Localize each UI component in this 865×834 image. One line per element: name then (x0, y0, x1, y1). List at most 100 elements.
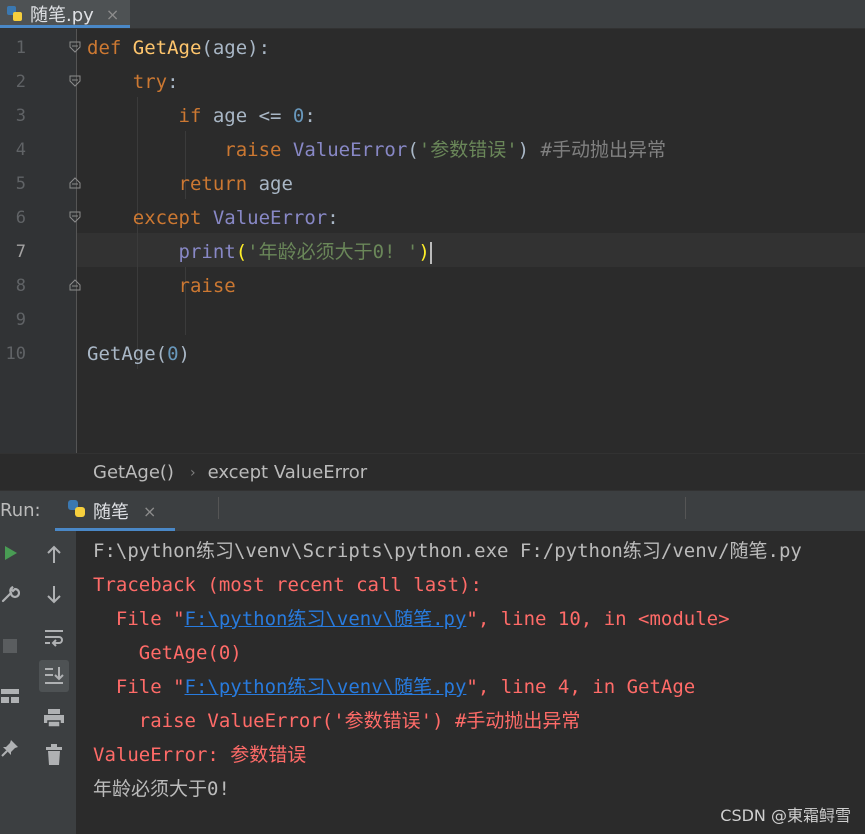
console-text: ", line 10, in <module> (466, 608, 730, 630)
header-divider (218, 497, 219, 519)
code-token: ( (407, 139, 419, 161)
code-token: age <= (212, 105, 293, 127)
file-link[interactable]: F:\python练习\venv\随笔.py (185, 676, 467, 698)
layout-icon[interactable] (0, 682, 24, 710)
code-token: raise (178, 275, 236, 297)
fold-open-icon[interactable] (69, 211, 81, 223)
line-number: 2 (15, 72, 26, 92)
code-line[interactable]: raise ValueError('参数错误') #手动抛出异常 (87, 133, 666, 167)
console-line: ValueError: 参数错误 (93, 738, 306, 772)
run-config-tab[interactable]: 随笔 × (55, 491, 175, 531)
line-number: 4 (15, 140, 26, 160)
run-tab-label: 随笔 (93, 502, 129, 523)
console-text: GetAge(0) (93, 642, 242, 664)
fold-close-icon[interactable] (69, 279, 81, 291)
code-token: '年龄必须大于0! ' (247, 241, 419, 263)
code-token: #手动抛出异常 (540, 139, 666, 161)
soft-wrap-icon[interactable] (40, 623, 68, 651)
python-file-icon (6, 5, 24, 23)
console-text: 年龄必须大于0! (93, 778, 230, 800)
line-number: 9 (15, 310, 26, 330)
breadcrumb: GetAge() › except ValueError (0, 453, 865, 491)
console-text: File " (93, 676, 185, 698)
code-token: ValueError (212, 207, 328, 229)
watermark: CSDN @東霜鲟雪 (720, 806, 851, 825)
console-text: Traceback (most recent call last): (93, 574, 482, 596)
code-token: ValueError (292, 139, 408, 161)
code-token: ) (178, 343, 190, 365)
line-number: 7 (15, 242, 26, 262)
console-text: ValueError: 参数错误 (93, 744, 307, 766)
console-text: File " (93, 608, 185, 630)
code-token: def (87, 37, 133, 59)
wrench-icon[interactable] (0, 580, 24, 608)
code-line[interactable]: if age <= 0: (87, 99, 316, 133)
code-token: 0 (167, 343, 179, 365)
code-token: '参数错误' (418, 139, 518, 161)
console-line: 年龄必须大于0! (93, 772, 230, 806)
console-line: Traceback (most recent call last): (93, 568, 482, 602)
fold-open-icon[interactable] (69, 75, 81, 87)
code-token: ) (517, 139, 541, 161)
fold-open-icon[interactable] (69, 41, 81, 53)
line-number: 10 (5, 344, 26, 364)
code-line[interactable]: GetAge(0) (87, 337, 190, 371)
scroll-to-end-icon[interactable] (39, 660, 69, 692)
code-token: return (178, 173, 259, 195)
close-icon[interactable]: × (143, 502, 156, 521)
pin-icon[interactable] (0, 734, 24, 762)
code-token: : (327, 207, 339, 229)
code-line[interactable]: print('年龄必须大于0! ') (87, 235, 432, 269)
console-text: ", line 4, in GetAge (466, 676, 696, 698)
line-number: 5 (15, 174, 26, 194)
code-token: : (304, 105, 316, 127)
code-token: GetAge (132, 37, 202, 59)
console-line: File "F:\python练习\venv\随笔.py", line 4, i… (93, 670, 695, 704)
close-icon[interactable]: × (106, 5, 119, 24)
file-link[interactable]: F:\python练习\venv\随笔.py (185, 608, 467, 630)
code-line[interactable]: try: (87, 65, 179, 99)
text-caret (429, 241, 432, 264)
code-token: print (178, 241, 236, 263)
run-icon[interactable] (0, 539, 24, 567)
console-line: File "F:\python练习\venv\随笔.py", line 10, … (93, 602, 730, 636)
line-number: 1 (15, 38, 26, 58)
line-number: 3 (15, 106, 26, 126)
code-token: age (258, 173, 293, 195)
up-arrow-icon[interactable] (40, 541, 68, 569)
code-token: raise (224, 139, 293, 161)
editor-tab-bar: 随笔.py × (0, 0, 865, 29)
breadcrumb-item-function[interactable]: GetAge() (93, 462, 174, 483)
line-number: 8 (15, 276, 26, 296)
print-icon[interactable] (40, 704, 68, 732)
console-text: F:\python练习\venv\Scripts\python.exe F:/p… (93, 540, 802, 562)
code-line[interactable]: raise (87, 269, 236, 303)
console-line: GetAge(0) (93, 636, 242, 670)
fold-close-icon[interactable] (69, 177, 81, 189)
code-token: if (178, 105, 213, 127)
editor-tab-label: 随笔.py (30, 5, 94, 26)
code-token: : (167, 71, 179, 93)
console-line: F:\python练习\venv\Scripts\python.exe F:/p… (93, 534, 802, 568)
run-tool-window-header: Run: 随笔 × (0, 490, 865, 532)
stop-icon[interactable] (0, 632, 24, 660)
header-divider (685, 497, 686, 519)
breadcrumb-separator: › (189, 464, 196, 481)
code-line[interactable]: return age (87, 167, 293, 201)
code-token: 0 (292, 105, 305, 127)
code-token: ) (418, 241, 430, 263)
code-line[interactable]: def GetAge(age): (87, 31, 270, 65)
python-run-icon (67, 499, 87, 523)
run-toolbar-primary (0, 531, 32, 834)
code-editor[interactable]: 1 def GetAge(age): 2 try: 3 if age <= 0: 4 r… (0, 29, 865, 453)
breadcrumb-item-except[interactable]: except ValueError (208, 462, 368, 483)
run-console-output[interactable]: CSDN @東霜鲟雪 F:\python练习\venv\Scripts\pyth… (77, 531, 865, 834)
editor-tab[interactable]: 随笔.py × (0, 0, 130, 28)
trash-icon[interactable] (40, 741, 68, 769)
code-line[interactable]: except ValueError: (87, 201, 339, 235)
down-arrow-icon[interactable] (40, 580, 68, 608)
